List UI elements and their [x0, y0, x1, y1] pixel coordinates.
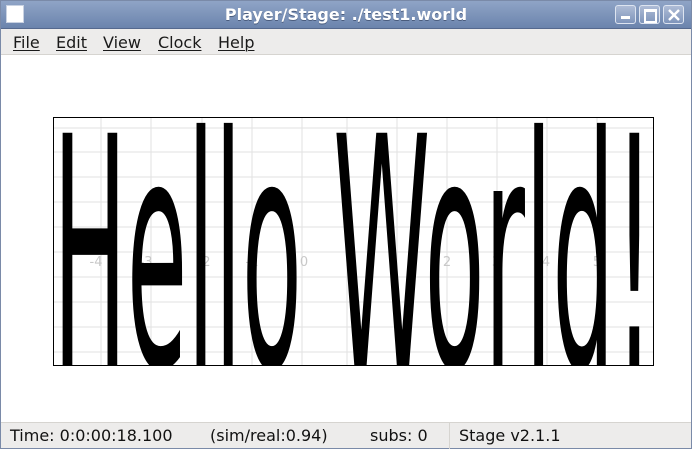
minimize-button[interactable] — [615, 5, 636, 24]
world-canvas[interactable]: -4 -3 -2 -1 0 1 2 3 4 5 Hello World! — [1, 56, 691, 422]
close-button[interactable] — [663, 5, 684, 24]
status-bar: Time: 0:0:00:18.100 (sim/real:0.94) subs… — [1, 422, 691, 449]
menu-help[interactable]: Help — [218, 33, 254, 52]
sim-real-ratio: (sim/real:0.94) — [210, 426, 328, 445]
menu-view[interactable]: View — [103, 33, 141, 52]
title-bar[interactable]: Player/Stage: ./test1.world — [1, 1, 691, 29]
menu-clock[interactable]: Clock — [158, 33, 201, 52]
menu-bar: File Edit View Clock Help — [1, 29, 691, 55]
close-icon — [668, 9, 680, 21]
maximize-button[interactable] — [639, 5, 660, 24]
status-separator — [449, 423, 450, 449]
menu-edit[interactable]: Edit — [56, 33, 87, 52]
window-title: Player/Stage: ./test1.world — [224, 5, 468, 24]
app-window: Player/Stage: ./test1.world File Edit Vi… — [0, 0, 692, 449]
stage-version: Stage v2.1.1 — [459, 426, 561, 445]
sim-time: Time: 0:0:00:18.100 — [10, 426, 173, 445]
subscriber-count: subs: 0 — [370, 426, 428, 445]
world-view[interactable]: -4 -3 -2 -1 0 1 2 3 4 5 Hello World! — [53, 117, 654, 366]
menu-file[interactable]: File — [13, 33, 40, 52]
world-bitmap-text: Hello World! — [53, 117, 654, 366]
